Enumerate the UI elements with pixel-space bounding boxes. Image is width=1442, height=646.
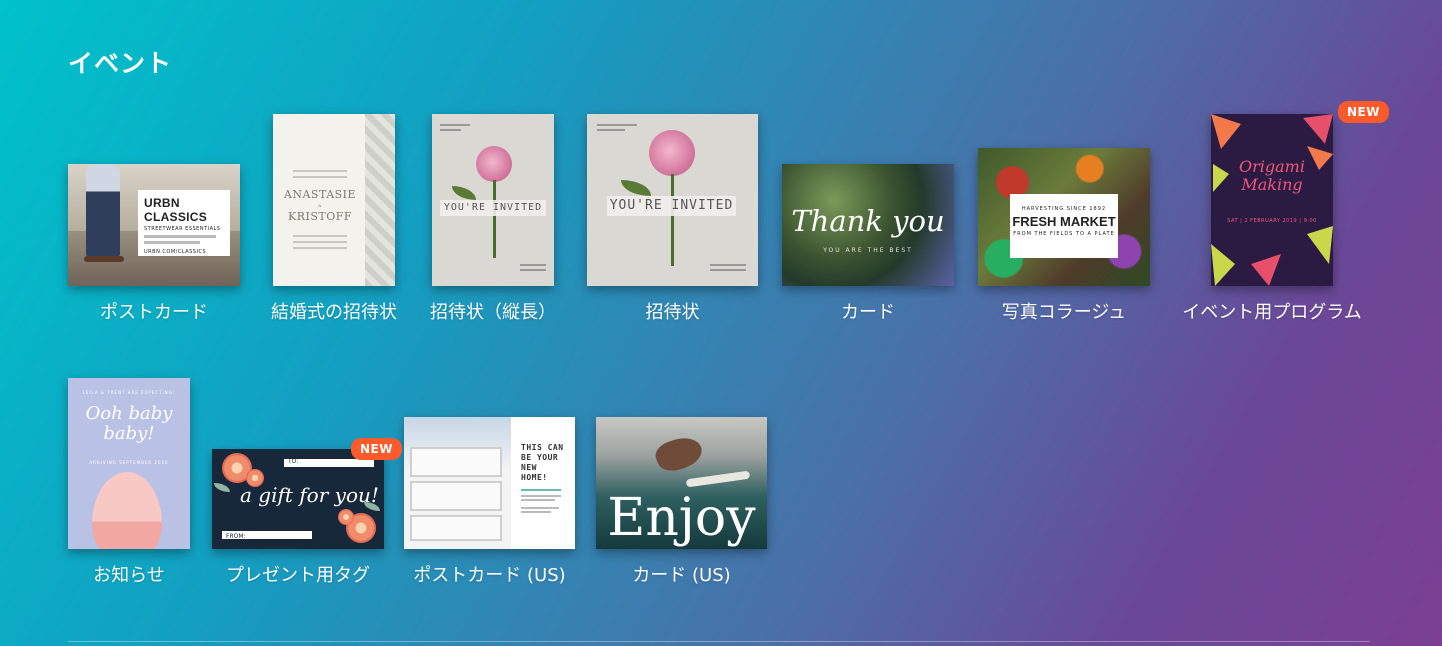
template-invitation[interactable]: YOU'RE INVITED 招待状 [587, 114, 758, 324]
template-postcard[interactable]: URBN CLASSICS STREETWEAR ESSENTIALS URBN… [68, 114, 240, 324]
postcard-us-thumbnail[interactable]: THIS CAN BE YOUR NEW HOME! [404, 417, 575, 549]
market-top-line: HARVESTING SINCE 1892 [1021, 206, 1107, 212]
gift-text: a gift for you! [240, 483, 379, 507]
rose-flower [476, 146, 512, 182]
to-label: TO: [288, 458, 299, 465]
template-card[interactable]: Thank you YOU ARE THE BEST カード [782, 114, 954, 324]
announcement-title: Ooh baby baby! [68, 404, 190, 444]
origami-title: Origami Making [1211, 158, 1333, 194]
postcard-brand: URBN CLASSICS [144, 196, 208, 224]
template-postcard-us[interactable]: THIS CAN BE YOUR NEW HOME! ポストカード (US) [404, 378, 575, 587]
floral-pattern-strip [365, 114, 395, 286]
tile-label: ポストカード [100, 302, 208, 323]
wedding-ampersand: & [317, 203, 323, 208]
postcard-footer: URBN.COM/CLASSICS [144, 249, 207, 255]
template-event-program[interactable]: Origami Making SAT | 2 FEBRUARY 2019 | 9… [1174, 101, 1389, 324]
tile-label: 招待状（縦長） [430, 302, 556, 323]
origami-bird-icon [1211, 114, 1333, 286]
section-title: イベント [68, 49, 173, 78]
tile-label: カード [841, 302, 895, 323]
announcement-bottom-line: ARRIVING SEPTEMBER 2020 [89, 460, 169, 465]
template-photo-collage[interactable]: HARVESTING SINCE 1892 FRESH MARKET FROM … [978, 114, 1150, 324]
enjoy-text: Enjoy [607, 488, 756, 548]
tile-label: イベント用プログラム [1182, 302, 1362, 323]
rose-flower [649, 130, 695, 176]
new-badge: NEW [1338, 101, 1389, 123]
wedding-name-2: KRISTOFF [287, 210, 352, 223]
skateboard [84, 256, 124, 262]
gift-tag-thumbnail[interactable]: TO: a gift for you! FROM: [212, 449, 384, 549]
template-invitation-portrait[interactable]: YOU'RE INVITED 招待状（縦長） [422, 114, 564, 324]
origami-date: SAT | 2 FEBRUARY 2019 | 9:00 [1227, 218, 1317, 224]
postcard-text-card: URBN CLASSICS STREETWEAR ESSENTIALS URBN… [138, 190, 230, 256]
thank-you-subtitle: YOU ARE THE BEST [823, 247, 913, 254]
origami-title-line2: Making [1241, 175, 1303, 194]
postcard-us-title: THIS CAN BE YOUR NEW HOME! [521, 443, 564, 482]
market-title: FRESH MARKET [1012, 214, 1116, 229]
tile-label: お知らせ [93, 565, 165, 586]
announcement-title-line1: Ooh baby [85, 403, 173, 424]
postcard-subtitle: STREETWEAR ESSENTIALS [144, 226, 221, 232]
tile-label: ポストカード (US) [413, 565, 566, 586]
market-text-card: HARVESTING SINCE 1892 FRESH MARKET FROM … [1010, 194, 1118, 258]
rose-stem [493, 180, 496, 258]
template-announcement[interactable]: LEILA & TRENT ARE EXPECTING! Ooh baby ba… [68, 378, 190, 587]
invited-label: YOU'RE INVITED [607, 196, 736, 216]
wedding-name-1: ANASTASIE [283, 188, 357, 201]
postcard-us-text-panel: THIS CAN BE YOUR NEW HOME! [511, 417, 575, 549]
new-badge: NEW [351, 438, 402, 460]
skater-figure [86, 164, 120, 256]
flower-decoration [338, 509, 354, 525]
origami-title-line1: Origami [1239, 157, 1305, 176]
announcement-top-line: LEILA & TRENT ARE EXPECTING! [82, 390, 176, 395]
invited-label: YOU'RE INVITED [440, 200, 546, 216]
template-gift-tag[interactable]: TO: a gift for you! FROM: プレゼント用タグ NEW [212, 378, 402, 587]
tile-label: プレゼント用タグ [226, 565, 370, 586]
tile-label: 招待状 [645, 302, 700, 323]
tile-label: 写真コラージュ [1001, 302, 1127, 323]
section-divider [68, 641, 1370, 642]
announcement-title-line2: baby! [103, 423, 155, 444]
tile-label: カード (US) [632, 565, 731, 586]
rose-stem [671, 174, 674, 266]
invitation-portrait-thumbnail[interactable]: YOU'RE INVITED [432, 114, 554, 286]
invitation-thumbnail[interactable]: YOU'RE INVITED [587, 114, 758, 286]
template-wedding-invitation[interactable]: ANASTASIE & KRISTOFF 結婚式の招待状 [262, 114, 406, 324]
postcard-thumbnail[interactable]: URBN CLASSICS STREETWEAR ESSENTIALS URBN… [68, 164, 240, 286]
template-card-us[interactable]: Enjoy カード (US) [596, 378, 767, 587]
card-us-thumbnail[interactable]: Enjoy [596, 417, 767, 549]
tile-label: 結婚式の招待状 [271, 302, 397, 323]
card-thumbnail[interactable]: Thank you YOU ARE THE BEST [782, 164, 954, 286]
event-program-thumbnail[interactable]: Origami Making SAT | 2 FEBRUARY 2019 | 9… [1211, 114, 1333, 286]
wedding-invitation-thumbnail[interactable]: ANASTASIE & KRISTOFF [273, 114, 395, 286]
market-bottom-line: FROM THE FIELDS TO A PLATE [1013, 231, 1115, 237]
thank-you-text: Thank you [791, 204, 945, 238]
from-label: FROM: [226, 533, 246, 540]
announcement-thumbnail[interactable]: LEILA & TRENT ARE EXPECTING! Ooh baby ba… [68, 378, 190, 549]
photo-collage-thumbnail[interactable]: HARVESTING SINCE 1892 FRESH MARKET FROM … [978, 148, 1150, 286]
